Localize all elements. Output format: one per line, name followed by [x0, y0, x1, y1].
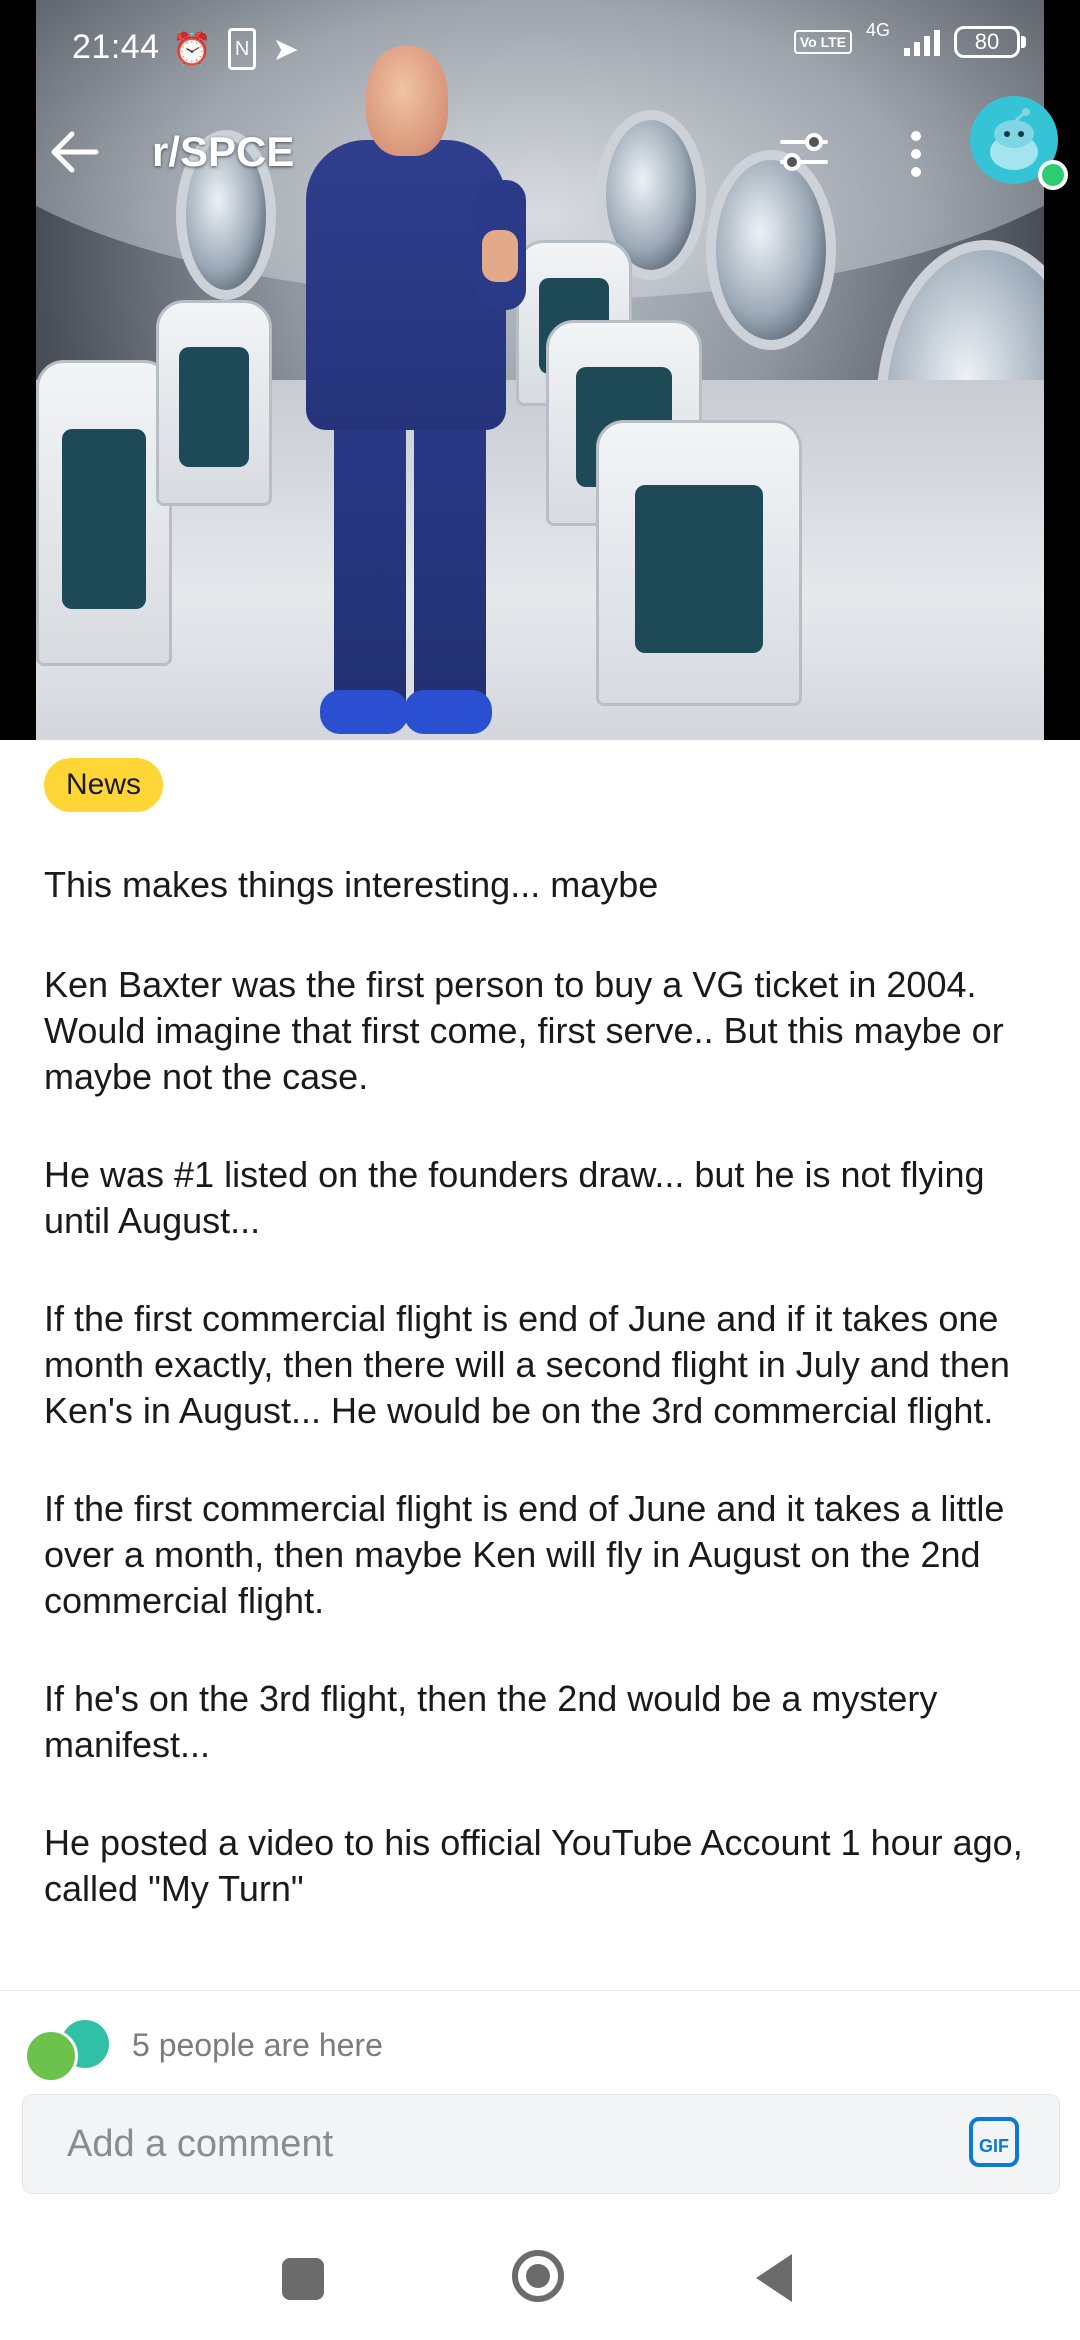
system-nav-bar [0, 2210, 1080, 2340]
subreddit-title[interactable]: r/SPCE [152, 128, 294, 176]
battery-icon: 80 [954, 26, 1026, 58]
battery-level: 80 [974, 29, 1000, 54]
arrow-left-icon [51, 131, 99, 173]
cabin-seat [156, 300, 272, 506]
post-paragraph: If the first commercial flight is end of… [44, 1488, 1005, 1621]
status-bar: 21:44 ⏰ N ➤ Vo LTE 4G 80 [0, 0, 1080, 96]
comment-input[interactable]: Add a comment GIF [22, 2094, 1060, 2194]
back-button[interactable] [44, 122, 104, 182]
top-nav: r/SPCE [0, 96, 1080, 210]
post-flair-badge[interactable]: News [44, 758, 164, 812]
nfc-icon: N [227, 28, 257, 70]
alarm-icon: ⏰ [172, 31, 212, 67]
online-status-dot [1038, 160, 1068, 190]
avatar [24, 2029, 78, 2083]
presence-avatars [24, 2017, 114, 2083]
telegram-icon: ➤ [272, 31, 300, 67]
system-back-icon[interactable] [756, 2254, 792, 2302]
post-paragraph: He posted a video to his official YouTub… [44, 1822, 1023, 1909]
presence-count-text: 5 people are here [132, 2027, 383, 2063]
cabin-seat [596, 420, 802, 706]
recent-apps-icon[interactable] [282, 2258, 324, 2300]
signal-icon [904, 28, 940, 56]
comment-placeholder: Add a comment [67, 2123, 334, 2165]
status-time: 21:44 [72, 28, 160, 66]
post-paragraph: If the first commercial flight is end of… [44, 1298, 1010, 1431]
sliders-icon [780, 133, 828, 171]
gif-button[interactable]: GIF [969, 2117, 1019, 2167]
more-vertical-icon [911, 131, 921, 177]
volte-icon: Vo LTE [793, 30, 852, 54]
post-body: Ken Baxter was the first person to buy a… [44, 962, 1044, 1964]
post-paragraph: If he's on the 3rd flight, then the 2nd … [44, 1678, 938, 1765]
post-paragraph: Ken Baxter was the first person to buy a… [44, 964, 1004, 1097]
filter-button[interactable] [776, 124, 832, 180]
cabin-seat [36, 360, 172, 666]
presence-bar: 5 people are here [0, 1990, 1080, 2101]
more-options-button[interactable] [896, 126, 936, 182]
network-type: 4G [865, 19, 890, 40]
post-paragraph: He was #1 listed on the founders draw...… [44, 1154, 985, 1241]
user-avatar-button[interactable] [970, 96, 1068, 190]
home-icon[interactable] [512, 2250, 564, 2302]
post-title: This makes things interesting... maybe [44, 864, 659, 905]
